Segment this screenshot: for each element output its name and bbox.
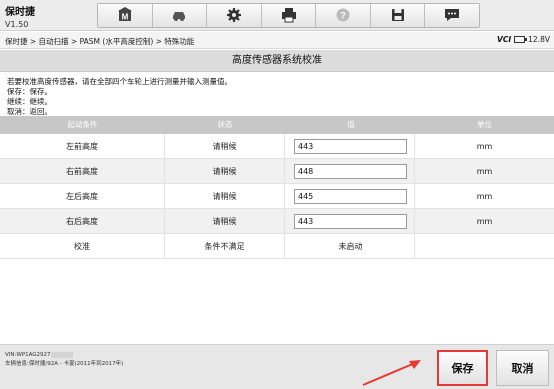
value-cell: 443 bbox=[285, 134, 415, 158]
app-version: V1.50 bbox=[5, 20, 29, 29]
instruction-line: 保存：保存。 bbox=[7, 87, 52, 96]
vehicle-description: 车辆信息:保时捷/92A - 卡宴(2011年到2017年) bbox=[5, 361, 124, 367]
save-button[interactable]: 保存 bbox=[437, 350, 488, 386]
rear-right-height-input[interactable]: 443 bbox=[294, 213, 407, 229]
calibration-state: 未启动 bbox=[285, 234, 415, 258]
value-cell: 445 bbox=[285, 184, 415, 208]
row-unit: mm bbox=[476, 166, 493, 176]
value-cell: 448 bbox=[285, 159, 415, 183]
header-value: 值 bbox=[347, 120, 355, 129]
row-status: 条件不满足 bbox=[165, 234, 285, 258]
vin-text: VIN:WP1AG2927 bbox=[5, 352, 51, 358]
annotation-arrow-icon bbox=[362, 360, 421, 386]
front-right-height-input[interactable]: 448 bbox=[294, 163, 407, 179]
message-button[interactable] bbox=[425, 4, 480, 27]
printer-icon bbox=[281, 7, 297, 25]
svg-text:?: ? bbox=[340, 10, 346, 20]
status-area: VCI 12.8V bbox=[497, 35, 550, 44]
instruction-line: 若要校准高度传感器，请在全部四个车轮上进行测量并输入测量值。 bbox=[7, 77, 232, 86]
table-row: 左后高度 请稍候 445 mm bbox=[0, 184, 554, 209]
breadcrumb-bar: 保时捷 > 自动扫描 > PASM (水平高度控制) > 特殊功能 VCI 12… bbox=[0, 32, 554, 49]
instructions: 若要校准高度传感器，请在全部四个车轮上进行测量并输入测量值。 保存：保存。 继续… bbox=[7, 77, 232, 117]
row-status: 请稍候 bbox=[165, 184, 285, 208]
row-unit: mm bbox=[476, 141, 493, 151]
svg-text:M: M bbox=[121, 12, 128, 21]
voltage-readout: 12.8V bbox=[528, 35, 550, 44]
row-status: 请稍候 bbox=[165, 134, 285, 158]
vci-indicator: VCI bbox=[497, 35, 512, 44]
table-row: 右后高度 请稍候 443 mm bbox=[0, 209, 554, 234]
table-header: 起动条件 状态 值 单位 bbox=[0, 116, 554, 134]
page-title: 高度传感器系统校准 bbox=[0, 50, 554, 72]
help-button[interactable]: ? bbox=[316, 4, 370, 27]
row-label: 左后高度 bbox=[0, 184, 165, 208]
calibration-table: 起动条件 状态 值 单位 左前高度 请稍候 443 mm 右前高度 请稍候 44… bbox=[0, 116, 554, 259]
vehicle-info: VIN:WP1AG2927 车辆信息:保时捷/92A - 卡宴(2011年到20… bbox=[5, 351, 123, 369]
breadcrumb: 保时捷 > 自动扫描 > PASM (水平高度控制) > 特殊功能 bbox=[5, 37, 195, 46]
gear-icon bbox=[226, 7, 242, 25]
message-icon bbox=[444, 7, 460, 25]
main-toolbar: M ? bbox=[97, 3, 480, 28]
vehicle-button[interactable] bbox=[152, 4, 207, 27]
home-button[interactable]: M bbox=[98, 4, 152, 27]
table-row: 左前高度 请稍候 443 mm bbox=[0, 134, 554, 159]
vin-redacted bbox=[50, 351, 73, 358]
save-data-button[interactable] bbox=[370, 4, 425, 27]
row-unit bbox=[415, 234, 554, 258]
top-header: 保时捷 V1.50 M ? bbox=[0, 0, 554, 31]
save-icon bbox=[390, 7, 406, 25]
value-cell: 443 bbox=[285, 209, 415, 233]
settings-button[interactable] bbox=[207, 4, 261, 27]
table-row: 右前高度 请稍候 448 mm bbox=[0, 159, 554, 184]
rear-left-height-input[interactable]: 445 bbox=[294, 188, 407, 204]
battery-icon bbox=[514, 36, 528, 43]
app-title: 保时捷 bbox=[5, 7, 35, 18]
table-row: 校准 条件不满足 未启动 bbox=[0, 234, 554, 259]
footer-bar: VIN:WP1AG2927 车辆信息:保时捷/92A - 卡宴(2011年到20… bbox=[0, 344, 554, 389]
header-condition: 起动条件 bbox=[67, 120, 98, 129]
cancel-button[interactable]: 取消 bbox=[496, 350, 549, 386]
brand: 保时捷 V1.50 bbox=[5, 3, 35, 29]
row-status: 请稍候 bbox=[165, 159, 285, 183]
instruction-line: 继续：继续。 bbox=[7, 97, 52, 106]
row-label: 右前高度 bbox=[0, 159, 165, 183]
row-label: 右后高度 bbox=[0, 209, 165, 233]
row-unit: mm bbox=[476, 216, 493, 226]
help-icon: ? bbox=[335, 7, 351, 25]
front-left-height-input[interactable]: 443 bbox=[294, 138, 407, 154]
print-button[interactable] bbox=[261, 4, 316, 27]
row-unit: mm bbox=[476, 191, 493, 201]
row-status: 请稍候 bbox=[165, 209, 285, 233]
header-unit: 单位 bbox=[477, 120, 492, 129]
row-label: 左前高度 bbox=[0, 134, 165, 158]
home-icon: M bbox=[117, 6, 133, 25]
car-icon bbox=[171, 7, 187, 25]
header-status: 状态 bbox=[217, 120, 233, 129]
row-label: 校准 bbox=[0, 234, 165, 258]
